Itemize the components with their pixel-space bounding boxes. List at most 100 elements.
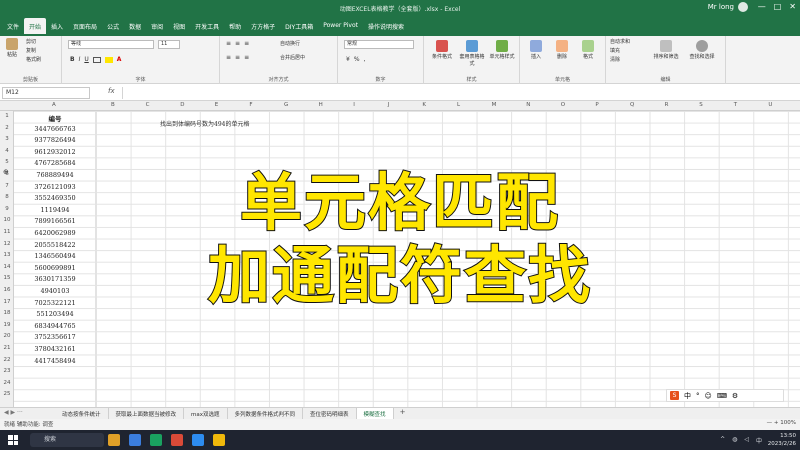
- ribbon-tab-7[interactable]: 视图: [168, 18, 190, 34]
- insert-cells-button[interactable]: 插入: [524, 40, 548, 60]
- currency-icon[interactable]: ¥: [346, 56, 350, 63]
- row-header-1[interactable]: 1: [0, 113, 14, 119]
- copy-button[interactable]: 复制: [26, 47, 36, 54]
- underline-button[interactable]: U: [84, 56, 88, 63]
- row-header-3[interactable]: 3: [0, 136, 14, 142]
- table-cell[interactable]: 3447666763: [14, 125, 96, 133]
- row-header-23[interactable]: 23: [0, 368, 14, 374]
- column-header-N[interactable]: N: [526, 102, 530, 108]
- chinese-mode-icon[interactable]: 中: [684, 391, 691, 401]
- column-header-R[interactable]: R: [665, 102, 669, 108]
- windows-start-icon[interactable]: [8, 435, 18, 445]
- ribbon-tab-1[interactable]: 开始: [24, 18, 47, 34]
- instruction-text[interactable]: 找出到体编码号数为494的单元格: [160, 119, 249, 128]
- column-header-J[interactable]: J: [388, 102, 390, 108]
- taskbar-app-icon[interactable]: [150, 434, 162, 446]
- row-header-2[interactable]: 2: [0, 125, 14, 131]
- taskbar-app-icon[interactable]: [129, 434, 141, 446]
- close-icon[interactable]: ✕: [789, 2, 796, 11]
- fill-button[interactable]: 填充: [610, 47, 620, 54]
- taskbar-app-icon[interactable]: [171, 434, 183, 446]
- keyboard-icon[interactable]: ⌨: [717, 392, 727, 400]
- column-header-D[interactable]: D: [180, 102, 184, 108]
- conditional-format-button[interactable]: 条件格式: [428, 40, 456, 60]
- table-cell[interactable]: 6834944765: [14, 322, 96, 330]
- volume-icon[interactable]: ◁: [744, 436, 749, 445]
- row-header-19[interactable]: 19: [0, 322, 14, 328]
- column-header-O[interactable]: O: [561, 102, 565, 108]
- align-left-icon[interactable]: ≡: [226, 54, 231, 61]
- ime-toolbar[interactable]: S 中 ° ☺ ⌨ ⚙: [666, 389, 784, 402]
- ribbon-tab-13[interactable]: 操作说明搜索: [363, 18, 409, 34]
- fill-color-icon[interactable]: [104, 57, 113, 63]
- align-top-icon[interactable]: ≡: [226, 40, 231, 47]
- italic-button[interactable]: I: [79, 56, 81, 63]
- font-name-select[interactable]: 等线: [68, 40, 154, 49]
- font-color-icon[interactable]: A: [117, 56, 122, 63]
- percent-icon[interactable]: %: [354, 56, 360, 63]
- column-header-F[interactable]: F: [249, 102, 252, 108]
- emoji-icon[interactable]: ☺: [705, 392, 712, 400]
- sort-filter-button[interactable]: 排序和筛选: [650, 40, 682, 60]
- font-size-select[interactable]: 11: [158, 40, 180, 49]
- row-header-22[interactable]: 22: [0, 357, 14, 363]
- column-header-A[interactable]: A: [52, 102, 56, 108]
- ribbon-tab-5[interactable]: 数据: [124, 18, 146, 34]
- align-right-icon[interactable]: ≡: [244, 54, 249, 61]
- sheet-nav-arrows[interactable]: ◀ ▶ ···: [4, 409, 23, 416]
- table-cell[interactable]: 4417458494: [14, 357, 96, 365]
- align-middle-icon[interactable]: ≡: [235, 40, 240, 47]
- avatar[interactable]: [738, 2, 748, 12]
- column-header-H[interactable]: H: [319, 102, 323, 108]
- row-header-20[interactable]: 20: [0, 333, 14, 339]
- punctuation-icon[interactable]: °: [696, 392, 700, 400]
- column-header-C[interactable]: C: [146, 102, 150, 108]
- zoom-control[interactable]: — + 100%: [767, 420, 796, 426]
- clear-button[interactable]: 清除: [610, 56, 620, 63]
- align-center-icon[interactable]: ≡: [235, 54, 240, 61]
- taskbar-app-icon[interactable]: [108, 434, 120, 446]
- merge-center-button[interactable]: 合并后居中: [280, 54, 305, 61]
- settings-icon[interactable]: ⚙: [732, 392, 738, 400]
- cell-styles-button[interactable]: 单元格样式: [488, 40, 516, 60]
- ribbon-tab-6[interactable]: 审阅: [146, 18, 168, 34]
- number-format-select[interactable]: 常规: [344, 40, 414, 49]
- taskbar-app-icon[interactable]: [213, 434, 225, 446]
- wrap-text-button[interactable]: 自动换行: [280, 40, 300, 47]
- comma-icon[interactable]: ,: [364, 56, 366, 63]
- row-header-25[interactable]: 25: [0, 391, 14, 397]
- column-header-K[interactable]: K: [422, 102, 426, 108]
- taskbar-clock[interactable]: 13:50 2023/2/26: [768, 432, 796, 448]
- autosum-button[interactable]: 自动求和: [610, 38, 630, 45]
- network-icon[interactable]: ◍: [732, 436, 737, 445]
- ribbon-tab-2[interactable]: 插入: [46, 18, 68, 34]
- maximize-icon[interactable]: □: [774, 2, 782, 11]
- name-box[interactable]: M12: [2, 87, 90, 99]
- find-select-button[interactable]: 查找和选择: [686, 40, 718, 60]
- taskbar-app-icon[interactable]: [192, 434, 204, 446]
- column-header-S[interactable]: S: [699, 102, 703, 108]
- format-painter-button[interactable]: 格式刷: [26, 56, 41, 63]
- column-header-E[interactable]: E: [215, 102, 218, 108]
- row-header-21[interactable]: 21: [0, 345, 14, 351]
- table-cell[interactable]: 3780432161: [14, 345, 96, 353]
- ribbon-tab-12[interactable]: Power Pivot: [318, 18, 363, 34]
- ribbon-tab-4[interactable]: 公式: [102, 18, 124, 34]
- column-header-M[interactable]: M: [492, 102, 497, 108]
- row-header-24[interactable]: 24: [0, 380, 14, 386]
- table-cell[interactable]: 3752356617: [14, 333, 96, 341]
- delete-cells-button[interactable]: 删除: [550, 40, 574, 60]
- column-header-P[interactable]: P: [595, 102, 598, 108]
- format-cells-button[interactable]: 格式: [576, 40, 600, 60]
- sogou-icon[interactable]: S: [670, 391, 679, 400]
- cell-a1-header[interactable]: 编号: [14, 113, 96, 123]
- column-header-U[interactable]: U: [768, 102, 772, 108]
- formula-input[interactable]: [122, 87, 796, 99]
- ribbon-tab-9[interactable]: 帮助: [224, 18, 246, 34]
- bold-button[interactable]: B: [70, 56, 75, 63]
- border-icon[interactable]: [92, 57, 101, 63]
- user-name[interactable]: Mr long: [708, 3, 734, 11]
- minimize-icon[interactable]: —: [758, 2, 766, 11]
- ribbon-tab-11[interactable]: DIY工具箱: [280, 18, 318, 34]
- taskbar-search[interactable]: 搜索: [30, 433, 104, 447]
